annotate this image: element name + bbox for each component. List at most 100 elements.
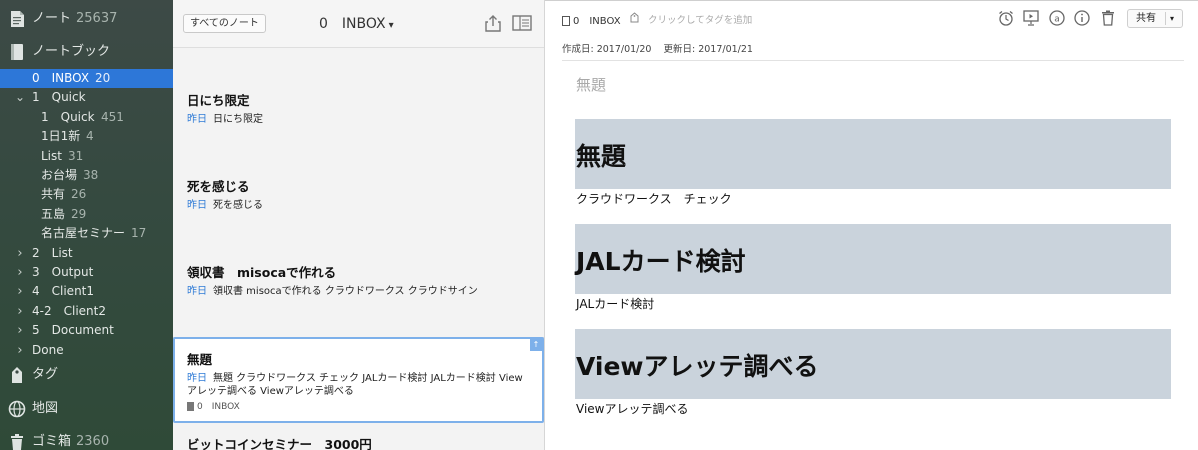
note-list-panel: すべてのノート 0 INBOX ▾ 日にち限定 昨日 日にち限定 死を感じる 昨日死… bbox=[173, 0, 545, 450]
note-heading-text: JALカード検討 bbox=[576, 247, 746, 276]
note-heading-text: Viewアレッテ調べる bbox=[576, 352, 819, 381]
chevron-down-icon[interactable]: ▾ bbox=[1170, 10, 1174, 27]
sidebar-notebook-label: お台場 bbox=[41, 168, 78, 182]
note-card[interactable]: 日にち限定 昨日 日にち限定 bbox=[173, 79, 544, 166]
alarm-icon[interactable] bbox=[997, 9, 1015, 27]
sidebar-notebook-label: 4 Client1 bbox=[32, 284, 95, 298]
chevron-right-icon[interactable]: › bbox=[15, 321, 25, 340]
note-card-selected[interactable]: ↑ 無題 昨日 無題 クラウドワークス チェック JALカード検討 JALカード検… bbox=[173, 337, 544, 423]
note-heading[interactable]: JALカード検討 bbox=[575, 224, 1171, 294]
sidebar-notebook-label: Done bbox=[32, 343, 64, 357]
sidebar-notebook-item[interactable]: › Done bbox=[0, 341, 173, 360]
chevron-right-icon[interactable]: › bbox=[15, 263, 25, 282]
notebook-title: 0 INBOX bbox=[319, 16, 386, 32]
sidebar-notebook-count: 4 bbox=[86, 129, 94, 143]
chevron-right-icon[interactable]: › bbox=[15, 341, 25, 360]
sidebar-notebook-item[interactable]: ⌄ 1 Quick bbox=[0, 88, 173, 107]
chevron-right-icon[interactable]: › bbox=[15, 282, 25, 301]
sidebar-notebook-item[interactable]: 1 Quick 451 bbox=[0, 108, 173, 127]
sidebar-trash-count: 2360 bbox=[76, 434, 110, 449]
note-notebook-meta: 0 INBOX bbox=[187, 399, 240, 412]
sidebar-notebook-label: 4-2 Client2 bbox=[32, 304, 106, 318]
sidebar-trash-label: ゴミ箱 bbox=[32, 434, 72, 449]
sidebar-notebook-label: 1 Quick bbox=[41, 110, 95, 124]
sidebar-notebook-count: 20 bbox=[95, 71, 111, 85]
sidebar-notebook-label: 五島 bbox=[41, 207, 66, 221]
note-snippet: 死を感じる bbox=[213, 200, 263, 211]
sidebar-notebooks[interactable]: ノートブック bbox=[0, 38, 173, 66]
note-heading[interactable]: 無題 bbox=[575, 119, 1171, 189]
note-date: 昨日 bbox=[187, 286, 207, 297]
sidebar-notebook-item[interactable]: 名古屋セミナー 17 bbox=[0, 224, 173, 243]
share-button[interactable]: 共有 ▾ bbox=[1127, 9, 1183, 28]
trash-icon[interactable] bbox=[1099, 9, 1117, 27]
sidebar-notebook-label: 1 Quick bbox=[32, 90, 86, 104]
sidebar-notebook-label: 1日1新 bbox=[41, 129, 81, 143]
sidebar-notebook-label: 0 INBOX bbox=[32, 71, 90, 85]
sidebar-notebook-item[interactable]: › 5 Document bbox=[0, 321, 173, 340]
sidebar-notebook-item[interactable]: 五島 29 bbox=[0, 205, 173, 224]
editor-notebook[interactable]: 0 INBOX bbox=[562, 12, 621, 27]
note-title: 死を感じる bbox=[187, 179, 250, 194]
tag-icon bbox=[12, 367, 22, 383]
note-snippet: 無題 クラウドワークス チェック JALカード検討 JALカード検討 Viewア… bbox=[187, 373, 523, 397]
note-card[interactable]: 死を感じる 昨日 死を感じる bbox=[173, 165, 544, 252]
note-paragraph[interactable]: クラウドワークス チェック bbox=[576, 190, 732, 207]
sidebar-notes[interactable]: ノート 25637 bbox=[0, 5, 173, 33]
note-notebook-label: 0 INBOX bbox=[197, 402, 240, 412]
note-title: 領収書 misocaで作れる bbox=[187, 265, 337, 280]
sidebar-notebook-item[interactable]: › 4 Client1 bbox=[0, 282, 173, 301]
note-date: 昨日 bbox=[187, 114, 207, 125]
created-date: 作成日: 2017/01/20 bbox=[562, 44, 652, 55]
sidebar-notebook-item[interactable]: 0 INBOX 20 bbox=[0, 69, 173, 88]
sidebar-map[interactable]: 地図 bbox=[0, 395, 173, 423]
divider bbox=[562, 60, 1184, 61]
sidebar-notebook-count: 29 bbox=[71, 207, 87, 221]
sidebar-notebook-item[interactable]: List 31 bbox=[0, 147, 173, 166]
note-date: 昨日 bbox=[187, 200, 207, 211]
note-heading[interactable]: Viewアレッテ調べる bbox=[575, 329, 1171, 399]
chevron-right-icon[interactable]: › bbox=[15, 244, 25, 263]
sidebar-trash[interactable]: ゴミ箱 2360 bbox=[0, 428, 173, 450]
tag-icon bbox=[630, 12, 639, 26]
sidebar-notebook-label: 3 Output bbox=[32, 265, 94, 279]
notebook-selector[interactable]: 0 INBOX ▾ bbox=[319, 13, 394, 33]
presentation-icon[interactable] bbox=[1022, 9, 1040, 27]
note-snippet: 日にち限定 bbox=[213, 114, 263, 125]
pin-icon: ↑ bbox=[530, 339, 542, 351]
note-list-header: すべてのノート 0 INBOX ▾ bbox=[173, 0, 544, 48]
info-icon[interactable] bbox=[1073, 9, 1091, 27]
sidebar-tags[interactable]: タグ bbox=[0, 361, 173, 389]
view-toggle-icon[interactable] bbox=[512, 14, 532, 32]
chevron-down-icon[interactable]: ⌄ bbox=[15, 88, 25, 107]
note-title-field[interactable]: 無題 bbox=[576, 74, 606, 95]
sidebar-notebook-label: 5 Document bbox=[32, 323, 114, 337]
tag-add-field[interactable]: クリックしてタグを追加 bbox=[648, 12, 752, 26]
note-paragraph[interactable]: JALカード検討 bbox=[576, 295, 654, 312]
note-card[interactable]: ビットコインセミナー 3000円 bbox=[173, 423, 544, 450]
mention-icon[interactable]: a bbox=[1048, 9, 1066, 27]
note-paragraph[interactable]: Viewアレッテ調べる bbox=[576, 400, 688, 417]
chevron-right-icon[interactable]: › bbox=[15, 302, 25, 321]
sidebar-notebook-item[interactable]: › 2 List bbox=[0, 244, 173, 263]
sidebar-notebook-count: 451 bbox=[101, 110, 124, 124]
note-title: 日にち限定 bbox=[187, 93, 250, 108]
note-title: ビットコインセミナー 3000円 bbox=[187, 437, 372, 450]
notebook-icon bbox=[562, 16, 570, 26]
sidebar-notebook-count: 17 bbox=[131, 226, 147, 240]
editor-toolbar: 0 INBOX クリックしてタグを追加 a 共有 ▾ bbox=[545, 1, 1198, 35]
sidebar-notebook-item[interactable]: 共有 26 bbox=[0, 185, 173, 204]
note-card[interactable]: 領収書 misocaで作れる 昨日 領収書 misocaで作れる クラウドワークス… bbox=[173, 251, 544, 338]
sidebar-notebook-item[interactable]: › 3 Output bbox=[0, 263, 173, 282]
note-heading-text: 無題 bbox=[576, 142, 627, 171]
all-notes-button[interactable]: すべてのノート bbox=[183, 14, 266, 33]
svg-text:a: a bbox=[1054, 15, 1060, 25]
sidebar-notebook-item[interactable]: 1日1新 4 bbox=[0, 127, 173, 146]
sidebar-notebook-item[interactable]: お台場 38 bbox=[0, 166, 173, 185]
note-icon bbox=[11, 11, 24, 27]
sidebar-notebook-count: 26 bbox=[71, 187, 87, 201]
editor-notebook-label: 0 INBOX bbox=[573, 16, 621, 27]
share-icon[interactable] bbox=[483, 14, 503, 32]
sidebar-notebook-item[interactable]: › 4-2 Client2 bbox=[0, 302, 173, 321]
sidebar-tags-label: タグ bbox=[32, 367, 59, 382]
